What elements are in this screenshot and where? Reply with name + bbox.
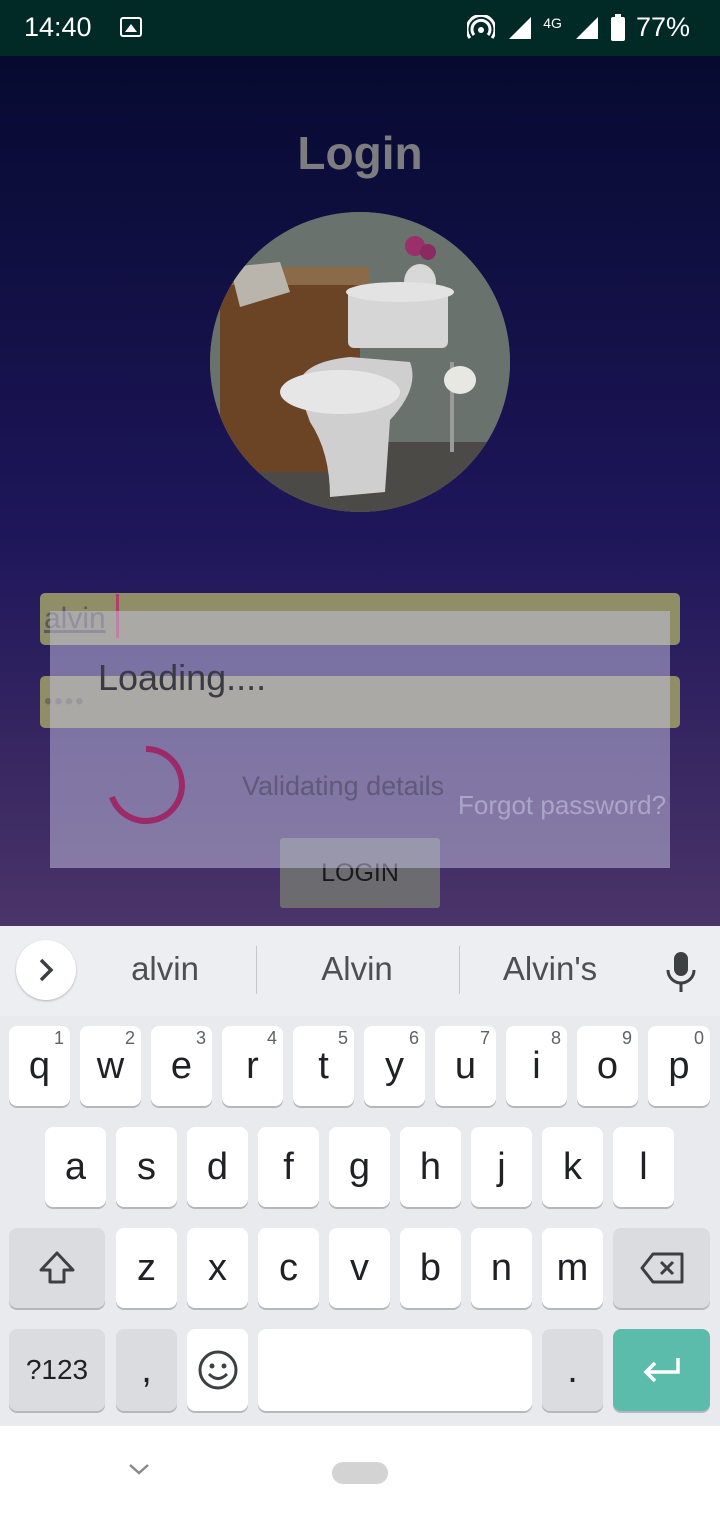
key-hint: 4 [266, 1028, 277, 1048]
comma-key[interactable]: , [116, 1329, 177, 1411]
key-x[interactable]: x [187, 1228, 248, 1308]
key-f[interactable]: f [258, 1127, 319, 1207]
key-c[interactable]: c [258, 1228, 319, 1308]
key-j[interactable]: j [471, 1127, 532, 1207]
key-n[interactable]: n [471, 1228, 532, 1308]
suggestion-3[interactable]: Alvin's [455, 950, 645, 988]
dialog-message: Validating details [242, 771, 445, 801]
key-g[interactable]: g [329, 1127, 390, 1207]
toilet-image [210, 212, 510, 512]
key-d[interactable]: d [187, 1127, 248, 1207]
key-k[interactable]: k [542, 1127, 603, 1207]
key-b[interactable]: b [400, 1228, 461, 1308]
emoji-key[interactable] [187, 1329, 248, 1411]
status-bar: 14:40 4G 77% [0, 0, 720, 56]
microphone-icon[interactable] [664, 950, 698, 994]
key-label: p [668, 1044, 690, 1087]
key-w[interactable]: w2 [80, 1026, 141, 1106]
backspace-key[interactable] [613, 1228, 710, 1308]
shift-key[interactable] [9, 1228, 105, 1308]
key-e[interactable]: e3 [151, 1026, 212, 1106]
key-label: t [318, 1044, 329, 1087]
emoji-icon [198, 1350, 237, 1390]
key-l[interactable]: l [613, 1127, 674, 1207]
enter-icon [643, 1358, 680, 1383]
key-hint: 1 [53, 1028, 64, 1048]
key-i[interactable]: i8 [506, 1026, 567, 1106]
battery-icon [610, 13, 625, 41]
signal-icon [509, 16, 532, 39]
image-icon [120, 17, 142, 37]
suggestion-strip: alvin Alvin Alvin's [0, 926, 720, 1016]
key-label: o [596, 1044, 619, 1087]
key-s[interactable]: s [116, 1127, 177, 1207]
enter-key[interactable] [613, 1329, 710, 1411]
hotspot-icon [467, 14, 496, 39]
key-hint: 9 [621, 1028, 632, 1048]
navigation-bar [0, 1426, 720, 1520]
key-label: y [385, 1044, 404, 1087]
key-u[interactable]: u7 [435, 1026, 496, 1106]
backspace-icon [640, 1252, 683, 1284]
key-h[interactable]: h [400, 1127, 461, 1207]
key-hint: 8 [550, 1028, 561, 1048]
shift-icon [39, 1251, 75, 1284]
battery-level: 77% [635, 12, 690, 42]
key-a[interactable]: a [45, 1127, 106, 1207]
suggestion-1[interactable]: alvin [70, 950, 260, 988]
login-screen: Login alvin •••• Forgot password? LOGIN … [0, 56, 720, 926]
space-key[interactable] [258, 1329, 532, 1411]
chevron-down-icon[interactable] [126, 1460, 152, 1478]
key-label: q [28, 1044, 51, 1087]
network-type: 4G [543, 14, 562, 31]
key-r[interactable]: r4 [222, 1026, 283, 1106]
suggestion-2[interactable]: Alvin [262, 950, 452, 988]
signal-icon-2 [575, 16, 598, 39]
key-t[interactable]: t5 [293, 1026, 354, 1106]
dialog-title: Loading.... [98, 657, 267, 698]
home-pill[interactable] [332, 1462, 388, 1484]
key-z[interactable]: z [116, 1228, 177, 1308]
key-label: r [246, 1044, 259, 1087]
key-v[interactable]: v [329, 1228, 390, 1308]
loading-dialog: Loading.... Validating details [50, 611, 670, 868]
clock: 14:40 [24, 12, 92, 42]
expand-toolbar-button[interactable] [16, 940, 76, 1000]
chevron-right-icon [39, 958, 54, 982]
key-m[interactable]: m [542, 1228, 603, 1308]
key-hint: 3 [195, 1028, 206, 1048]
key-y[interactable]: y6 [364, 1026, 425, 1106]
soft-keyboard: alvin Alvin Alvin's q1 w2 e3 r4 t5 y6 u7… [0, 926, 720, 1426]
key-hint: 0 [693, 1028, 704, 1048]
symbols-key[interactable]: ?123 [9, 1329, 105, 1411]
status-icons: 4G 77% [467, 12, 690, 43]
key-hint: 2 [124, 1028, 135, 1048]
loading-spinner-icon [109, 746, 185, 824]
avatar [210, 212, 510, 512]
key-hint: 7 [479, 1028, 490, 1048]
key-hint: 6 [408, 1028, 419, 1048]
key-o[interactable]: o9 [577, 1026, 638, 1106]
suggestion-divider [256, 946, 257, 994]
key-hint: 5 [337, 1028, 348, 1048]
key-q[interactable]: q1 [9, 1026, 70, 1106]
key-label: u [454, 1044, 477, 1087]
key-label: e [170, 1044, 193, 1087]
key-label: i [532, 1044, 541, 1087]
key-label: w [96, 1044, 125, 1087]
period-key[interactable]: . [542, 1329, 603, 1411]
page-title: Login [297, 127, 423, 179]
key-p[interactable]: p0 [648, 1026, 710, 1106]
